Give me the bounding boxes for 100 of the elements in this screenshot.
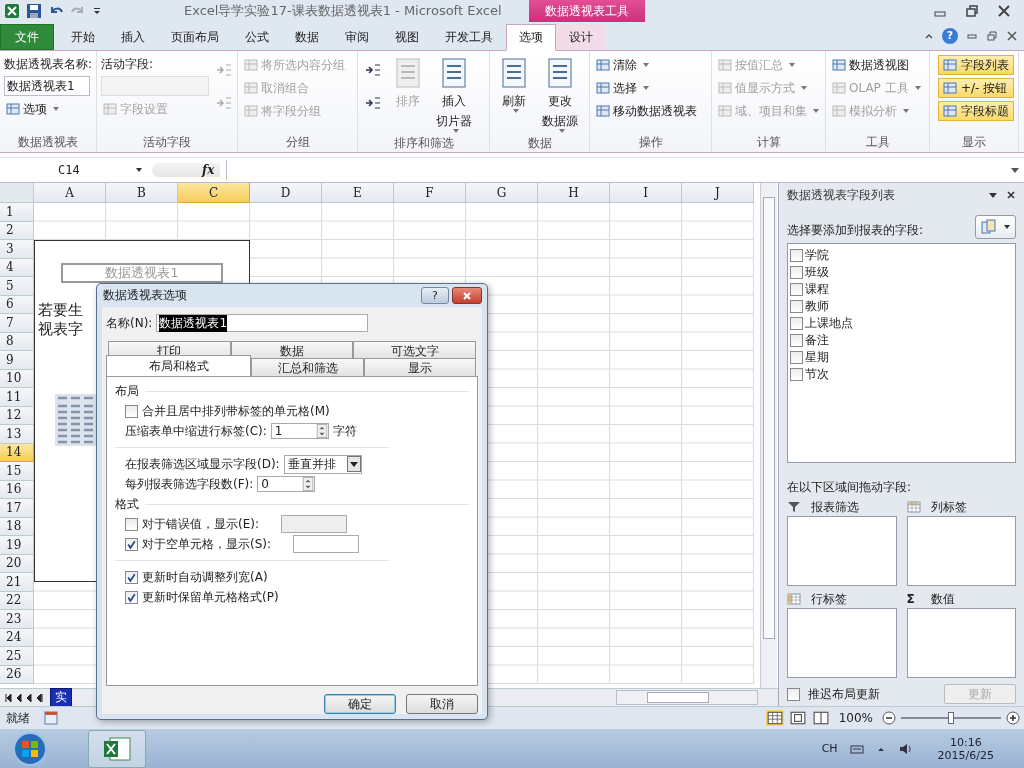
drop-area[interactable] [906, 608, 1016, 678]
column-header[interactable]: F [394, 183, 466, 203]
column-header[interactable]: E [322, 183, 394, 203]
drop-area[interactable] [787, 516, 897, 586]
checkbox[interactable] [790, 266, 803, 279]
restore-icon[interactable] [964, 3, 980, 19]
name-box[interactable]: C14 [0, 160, 146, 180]
list-arrow-icon[interactable] [364, 61, 382, 79]
taskbar-app-button[interactable] [88, 729, 146, 768]
input-field[interactable]: 数据透视表1 [4, 76, 90, 96]
customize-caret-icon[interactable] [92, 6, 102, 16]
vertical-scrollbar[interactable] [760, 183, 777, 688]
ribbon-button[interactable]: 选项 [4, 99, 93, 119]
checkbox[interactable] [125, 570, 138, 584]
ribbon-tab[interactable]: 文件 [0, 24, 54, 50]
checkbox[interactable] [125, 590, 138, 604]
row-header[interactable]: 3 [0, 240, 34, 259]
checkbox[interactable] [125, 404, 138, 418]
column-header[interactable]: B [106, 183, 178, 203]
dropdown[interactable]: 垂直并排 [283, 454, 362, 474]
excel-logo-icon[interactable] [4, 3, 20, 19]
list-arrow-icon[interactable] [364, 94, 382, 112]
insert-function-button[interactable]: fx [152, 163, 221, 177]
ribbon-tab[interactable]: 数据 [282, 24, 332, 50]
ribbon-tab[interactable]: 公式 [232, 24, 282, 50]
normal-view-icon[interactable] [765, 710, 784, 726]
checkbox[interactable] [790, 334, 803, 347]
number-spinner[interactable]: 1 [270, 423, 329, 439]
column-header[interactable]: D [250, 183, 322, 203]
dialog-tab[interactable]: 可选文字 [353, 341, 476, 359]
ribbon-tab[interactable]: 选项 [506, 24, 556, 51]
toggle-button[interactable]: 字段列表 [938, 55, 1014, 75]
ribbon-tab[interactable]: 设计 [556, 24, 606, 50]
row-header[interactable]: 7 [0, 314, 34, 333]
ribbon-tab[interactable]: 插入 [108, 24, 158, 50]
help-button[interactable]: ? [942, 28, 958, 44]
field-name[interactable]: 备注 [805, 332, 829, 349]
field-name[interactable]: 学院 [805, 247, 829, 264]
caret-icon[interactable] [988, 190, 998, 200]
row-header[interactable]: 25 [0, 647, 34, 666]
restore-icon[interactable] [986, 30, 998, 42]
input-field[interactable] [293, 535, 360, 553]
sheet-navigation-icon[interactable] [4, 692, 44, 703]
ribbon-tab[interactable]: 开始 [58, 24, 108, 50]
ribbon-tab[interactable]: 视图 [382, 24, 432, 50]
checkbox[interactable] [790, 351, 803, 364]
field-name[interactable]: 课程 [805, 281, 829, 298]
slider-thumb[interactable] [948, 712, 954, 724]
speaker-icon[interactable] [897, 741, 912, 756]
checkbox[interactable] [790, 317, 803, 330]
dialog-tab[interactable]: 显示 [363, 358, 476, 376]
help-button[interactable]: ? [421, 287, 449, 304]
checkbox[interactable] [790, 300, 803, 313]
field-name[interactable]: 节次 [805, 366, 829, 383]
checkbox[interactable] [125, 537, 138, 551]
checkbox[interactable] [790, 283, 803, 296]
field-name[interactable]: 星期 [805, 349, 829, 366]
row-header[interactable]: 21 [0, 573, 34, 592]
zoom-in-icon[interactable] [1006, 711, 1020, 725]
ribbon-tab[interactable]: 开发工具 [432, 24, 506, 50]
row-header[interactable]: 9 [0, 351, 34, 370]
ribbon-button[interactable]: 数据透视图 [830, 55, 923, 75]
expand-caret-icon[interactable] [1010, 165, 1020, 175]
checkbox[interactable] [790, 249, 803, 262]
spin-arrows-icon[interactable] [302, 477, 315, 491]
close-icon[interactable] [1006, 30, 1018, 42]
checkbox[interactable] [125, 517, 138, 531]
row-header[interactable]: 13 [0, 425, 34, 444]
row-header[interactable]: 5 [0, 277, 34, 296]
checkbox[interactable] [787, 687, 800, 701]
ribbon-tab[interactable]: 审阅 [332, 24, 382, 50]
collapse-ribbon-icon[interactable] [924, 31, 934, 41]
start-button[interactable] [12, 730, 48, 767]
dialog-tab[interactable]: 数据 [230, 341, 354, 359]
toggle-button[interactable]: 字段标题 [938, 101, 1014, 121]
row-header[interactable]: 19 [0, 536, 34, 555]
ribbon-tab[interactable]: 页面布局 [158, 24, 232, 50]
ribbon-button[interactable]: 更改 数据源 [538, 55, 582, 135]
clock-time[interactable]: 10:16 [949, 735, 982, 749]
column-header[interactable]: J [682, 183, 754, 203]
language-indicator[interactable]: CH [821, 742, 838, 755]
horizontal-scrollbar[interactable] [616, 690, 758, 705]
page-layout-icon[interactable] [788, 710, 807, 726]
column-header[interactable]: I [610, 183, 682, 203]
column-header[interactable]: H [538, 183, 610, 203]
spin-arrows-icon[interactable] [315, 424, 328, 438]
clock-date[interactable]: 2015/6/25 [937, 748, 994, 762]
save-icon[interactable] [26, 3, 42, 19]
layout-button[interactable] [975, 215, 1016, 239]
drop-area[interactable] [787, 608, 897, 678]
name-field[interactable]: 数据透视表1 [156, 314, 369, 332]
column-header[interactable]: G [466, 183, 538, 203]
toggle-button[interactable]: +/- 按钮 [938, 78, 1014, 98]
ribbon-button[interactable]: 刷新 [494, 55, 534, 115]
page-break-icon[interactable] [811, 710, 830, 726]
checkbox[interactable] [790, 368, 803, 381]
drop-area[interactable] [906, 516, 1016, 586]
column-header[interactable]: A [34, 183, 106, 203]
row-header[interactable]: 15 [0, 462, 34, 481]
field-name[interactable]: 教师 [805, 298, 829, 315]
